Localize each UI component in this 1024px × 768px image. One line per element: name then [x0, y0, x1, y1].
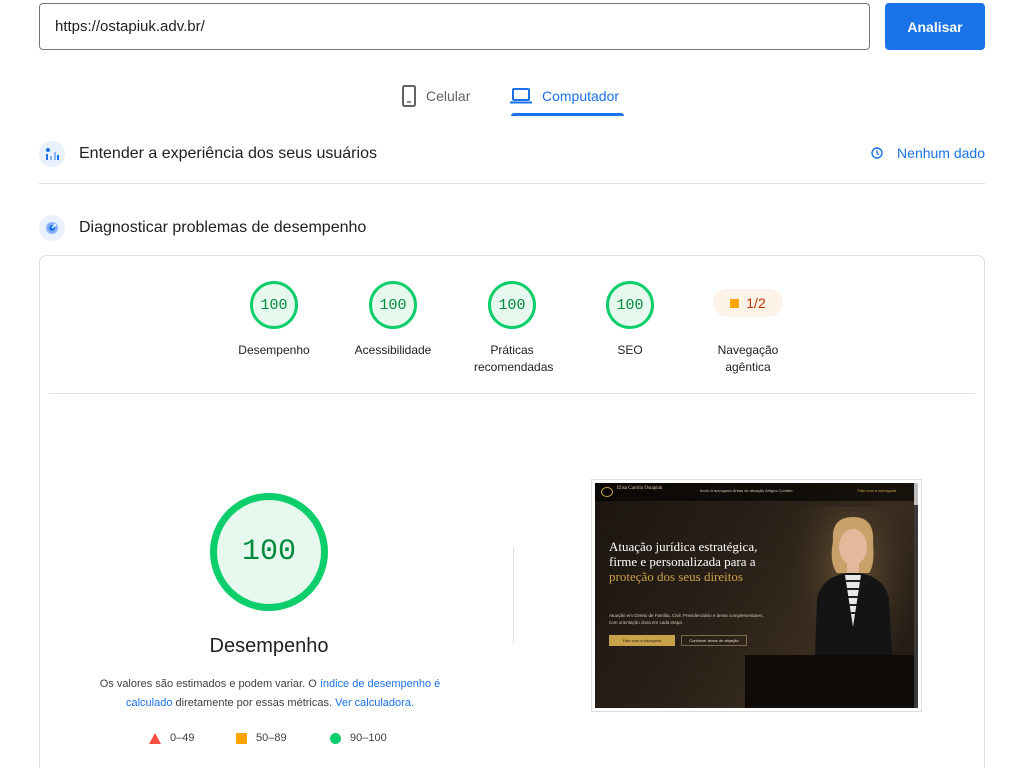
tab-desktop-label: Computador [542, 88, 620, 104]
performance-title: Desempenho [209, 635, 329, 657]
section-divider [39, 183, 985, 184]
thumbnail-headline: Atuação jurídica estratégica, firme e pe… [609, 539, 779, 584]
tab-desktop[interactable]: Computador [510, 76, 619, 116]
info-icon [871, 147, 883, 159]
score-value: 100 [616, 296, 644, 314]
score-gauge-accessibility[interactable]: 100 [369, 281, 417, 329]
performance-score: 100 [241, 535, 296, 569]
score-legend: 0–49 50–89 90–100 [149, 732, 409, 748]
pass-circle-icon [330, 732, 341, 744]
score-value: 100 [260, 296, 288, 314]
tab-mobile-label: Celular [426, 88, 471, 104]
thumbnail-secondary-button: Conhecer áreas de atuação [681, 635, 747, 646]
vertical-separator [513, 548, 514, 643]
smartphone-icon [402, 85, 416, 107]
note-middle: diretamente por essas métricas. [172, 697, 336, 709]
ux-section-title: Entender a experiência dos seus usuários [79, 145, 377, 162]
performance-note: Os valores são estimados e podem variar.… [80, 675, 460, 713]
diag-section-header: Diagnosticar problemas de desempenho [39, 213, 985, 243]
scales-logo-icon [601, 487, 613, 497]
performance-gauge-large: 100 [210, 493, 328, 611]
no-data-label: Nenhum dado [897, 145, 985, 161]
score-gauge-seo[interactable]: 100 [606, 281, 654, 329]
average-square-icon [236, 732, 247, 744]
card-divider [49, 393, 975, 394]
legend-label: 90–100 [350, 732, 387, 744]
report-card: 100 Desempenho 100 Acessibilidade 100 Pr… [39, 255, 985, 768]
thumbnail-top-cta: Fale com a advogada [857, 488, 896, 493]
agentic-score-pill[interactable]: 1/2 [713, 289, 783, 317]
calculator-link[interactable]: Ver calculadora. [335, 697, 414, 709]
url-input[interactable] [55, 18, 869, 35]
thumbnail-scroll-thumb [914, 483, 918, 505]
fail-triangle-icon [149, 732, 161, 744]
average-square-icon [730, 298, 740, 308]
thumbnail-desk [745, 655, 918, 708]
score-gauge-best-practices[interactable]: 100 [488, 281, 536, 329]
score-label-accessibility: Acessibilidade [354, 343, 432, 357]
legend-label: 0–49 [170, 732, 195, 744]
device-tabs: Celular Computador [0, 76, 1024, 120]
score-label-best-practices: Práticas recomendadas [474, 343, 554, 374]
score-label-performance: Desempenho [238, 343, 310, 357]
url-field-container[interactable] [39, 3, 870, 50]
ux-section-header[interactable]: Entender a experiência dos seus usuários… [39, 139, 985, 169]
legend-label: 50–89 [256, 732, 287, 744]
page-screenshot-thumbnail: Elisa Carolin Ostapiuk Início A advogada… [591, 479, 922, 712]
thumbnail-scrollbar [914, 483, 918, 708]
thumbnail-menu: Início A advogada Áreas de atuação Artig… [700, 488, 793, 493]
headline-gold: proteção dos seus direitos [609, 569, 743, 584]
users-chart-icon [39, 141, 65, 167]
gauge-icon [39, 215, 65, 241]
score-gauge-performance[interactable]: 100 [250, 281, 298, 329]
thumbnail-navbar: Elisa Carolin Ostapiuk Início A advogada… [595, 483, 918, 501]
no-data-status[interactable]: Nenhum dado [871, 145, 985, 161]
legend-item-pass: 90–100 [330, 732, 387, 744]
thumbnail-canvas: Elisa Carolin Ostapiuk Início A advogada… [595, 483, 918, 708]
legend-item-average: 50–89 [236, 732, 287, 744]
score-value: 100 [498, 296, 526, 314]
laptop-icon [510, 88, 532, 104]
legend-item-fail: 0–49 [149, 732, 194, 744]
score-label-seo: SEO [617, 343, 643, 357]
score-value: 100 [379, 296, 407, 314]
thumbnail-primary-button: Fale com a advogada [609, 635, 675, 646]
analyze-button[interactable]: Analisar [885, 3, 985, 50]
active-tab-indicator [511, 113, 624, 116]
agentic-value: 1/2 [746, 295, 766, 311]
diag-section-title: Diagnosticar problemas de desempenho [79, 219, 367, 236]
thumbnail-logo-text: Elisa Carolin Ostapiuk [617, 486, 663, 491]
note-prefix: Os valores são estimados e podem variar.… [99, 678, 320, 690]
agentic-label: Navegação agêntica [717, 343, 779, 374]
tab-mobile[interactable]: Celular [402, 76, 470, 116]
thumbnail-subtext: Atuação em Direito de Família, Civil, Pr… [609, 613, 764, 625]
headline-white: Atuação jurídica estratégica, firme e pe… [609, 539, 758, 569]
